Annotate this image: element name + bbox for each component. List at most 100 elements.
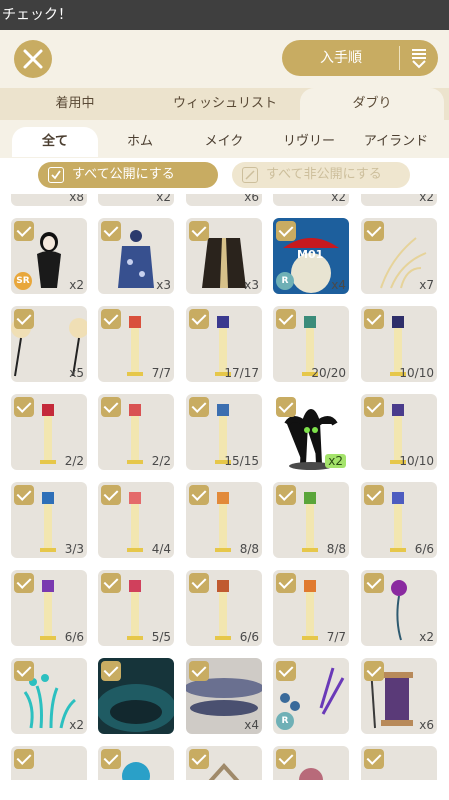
item-tile[interactable]: x7: [361, 218, 437, 294]
item-tile[interactable]: x2: [273, 394, 349, 470]
checkbox-checked[interactable]: [364, 397, 384, 417]
checkbox-checked[interactable]: [364, 309, 384, 329]
item-tile[interactable]: 7/7: [98, 306, 174, 382]
item-tile[interactable]: 8/8: [186, 482, 262, 558]
unpublish-all-label: すべて非公開にする: [266, 167, 382, 182]
item-tile[interactable]: x8: [11, 194, 87, 206]
item-tile[interactable]: x2: [98, 194, 174, 206]
checkbox-checked[interactable]: [276, 221, 296, 241]
checkbox-checked[interactable]: [14, 661, 34, 681]
checkbox-checked[interactable]: [14, 749, 34, 769]
item-tile[interactable]: x2: [361, 570, 437, 646]
checkbox-checked[interactable]: [14, 397, 34, 417]
checkbox-checked[interactable]: [189, 573, 209, 593]
item-tile[interactable]: x2: [11, 658, 87, 734]
item-tile[interactable]: x5: [11, 306, 87, 382]
checkbox-checked[interactable]: [189, 661, 209, 681]
item-tile[interactable]: 2/2: [11, 394, 87, 470]
checkbox-checked[interactable]: [101, 397, 121, 417]
item-count: x2: [331, 194, 346, 204]
item-tile[interactable]: SR x2: [11, 218, 87, 294]
item-tile[interactable]: [361, 746, 437, 780]
checkbox-checked[interactable]: [276, 397, 296, 417]
checkbox-checked[interactable]: [14, 221, 34, 241]
item-tile[interactable]: 10/10: [361, 306, 437, 382]
item-tile[interactable]: 6/6: [361, 482, 437, 558]
checkbox-checked[interactable]: [276, 573, 296, 593]
item-tile[interactable]: [98, 746, 174, 780]
checkbox-checked[interactable]: [101, 485, 121, 505]
checkbox-checked[interactable]: [14, 485, 34, 505]
item-tile[interactable]: 3/3: [11, 482, 87, 558]
checkbox-checked[interactable]: [276, 485, 296, 505]
item-count: 3/3: [64, 542, 84, 556]
checkbox-checked[interactable]: [364, 749, 384, 769]
item-count: x6: [419, 718, 434, 732]
item-tile[interactable]: 8/8: [273, 482, 349, 558]
sort-order-button[interactable]: 入手順: [282, 40, 438, 76]
item-tile[interactable]: [273, 746, 349, 780]
tab-duplicates[interactable]: ダブり: [300, 88, 444, 120]
subtab-all[interactable]: 全て: [12, 127, 98, 157]
item-tile[interactable]: 6/6: [186, 570, 262, 646]
checkbox-checked[interactable]: [189, 485, 209, 505]
checkbox-checked[interactable]: [189, 221, 209, 241]
subtab-island[interactable]: アイランド: [352, 127, 440, 157]
checkbox-checked[interactable]: [101, 309, 121, 329]
checkbox-checked[interactable]: [276, 661, 296, 681]
checkbox-checked[interactable]: [14, 573, 34, 593]
publish-all-button[interactable]: すべて公開にする: [38, 162, 218, 188]
checkbox-checked[interactable]: [14, 309, 34, 329]
checkbox-checked[interactable]: [364, 573, 384, 593]
item-tile[interactable]: x3: [186, 218, 262, 294]
tab-wishlist[interactable]: ウィッシュリスト: [150, 88, 300, 120]
subtab-livly[interactable]: リヴリー: [266, 127, 352, 157]
item-tile[interactable]: 15/15: [186, 394, 262, 470]
item-tile[interactable]: [98, 658, 174, 734]
item-tile[interactable]: 4/4: [98, 482, 174, 558]
checkbox-checked[interactable]: [276, 309, 296, 329]
checkbox-checked[interactable]: [101, 661, 121, 681]
checkbox-checked[interactable]: [276, 749, 296, 769]
rarity-badge: SR: [14, 272, 32, 290]
rarity-badge: R: [276, 272, 294, 290]
item-tile[interactable]: 2/2: [98, 394, 174, 470]
item-tile[interactable]: x6: [361, 658, 437, 734]
sort-label: 入手順: [320, 50, 362, 66]
subtab-home[interactable]: ホム: [98, 127, 182, 157]
item-tile[interactable]: 6/6: [11, 570, 87, 646]
item-tile[interactable]: 7/7: [273, 570, 349, 646]
item-tile[interactable]: x2: [361, 194, 437, 206]
item-tile[interactable]: M01 R x4: [273, 218, 349, 294]
item-tile[interactable]: x2: [273, 194, 349, 206]
close-button[interactable]: [14, 40, 52, 78]
item-count: x4: [244, 718, 259, 732]
item-count: 20/20: [311, 366, 346, 380]
item-count: 6/6: [64, 630, 84, 644]
item-tile[interactable]: R: [273, 658, 349, 734]
checkbox-checked[interactable]: [189, 397, 209, 417]
item-tile[interactable]: x4: [186, 658, 262, 734]
item-tile[interactable]: [186, 746, 262, 780]
checkbox-checked[interactable]: [364, 661, 384, 681]
item-tile[interactable]: 10/10: [361, 394, 437, 470]
checkbox-checked[interactable]: [101, 573, 121, 593]
unpublish-all-button[interactable]: すべて非公開にする: [232, 162, 410, 188]
checkbox-checked[interactable]: [364, 221, 384, 241]
checkbox-checked[interactable]: [101, 221, 121, 241]
checkbox-checked[interactable]: [189, 749, 209, 769]
item-tile[interactable]: 5/5: [98, 570, 174, 646]
item-tile[interactable]: 17/17: [186, 306, 262, 382]
checkbox-checked[interactable]: [189, 309, 209, 329]
checkbox-checked[interactable]: [101, 749, 121, 769]
item-tile[interactable]: x3: [98, 218, 174, 294]
subtab-makeup[interactable]: メイク: [182, 127, 266, 157]
item-tile[interactable]: [11, 746, 87, 780]
item-tile[interactable]: x6: [186, 194, 262, 206]
item-tile[interactable]: 20/20: [273, 306, 349, 382]
item-count: x3: [244, 278, 259, 292]
checkbox-checked[interactable]: [364, 485, 384, 505]
item-count: x2: [69, 718, 84, 732]
tab-wearing[interactable]: 着用中: [0, 88, 150, 120]
item-count: 15/15: [224, 454, 259, 468]
